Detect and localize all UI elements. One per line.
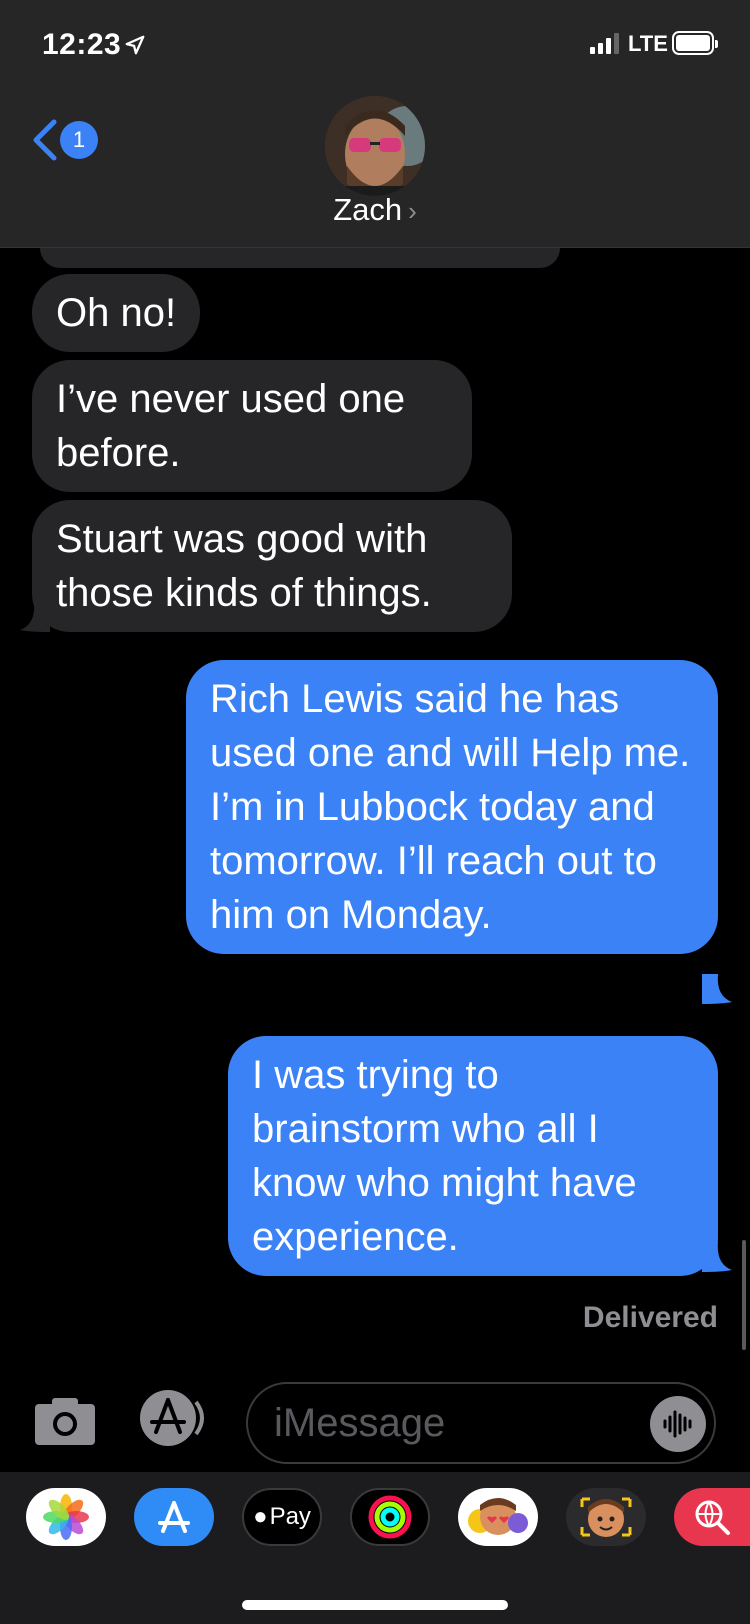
contact-avatar[interactable] bbox=[325, 96, 425, 196]
contact-name-button[interactable]: Zach › bbox=[0, 192, 750, 228]
status-time: 12:23 bbox=[42, 28, 122, 61]
contact-name: Zach bbox=[333, 192, 403, 227]
activity-rings-icon bbox=[368, 1495, 412, 1539]
message-bubble-received[interactable]: Oh no! bbox=[32, 274, 201, 352]
sent-bubble-tail bbox=[702, 974, 732, 1004]
animoji-faces-icon bbox=[468, 1498, 528, 1535]
memoji-face-icon bbox=[580, 1497, 632, 1537]
message-text: Stuart was good with those kinds of thin… bbox=[56, 517, 432, 615]
unread-count-badge: 1 bbox=[60, 121, 98, 159]
message-text: Oh no! bbox=[56, 291, 177, 335]
message-bubble-received[interactable]: Stuart was good with those kinds of thin… bbox=[32, 500, 512, 632]
app-store-a-icon bbox=[158, 1501, 190, 1533]
message-input[interactable]: iMessage bbox=[246, 1382, 716, 1464]
delivery-status: Delivered bbox=[582, 1301, 718, 1334]
apple-pay-app-icon[interactable]: ● Pay bbox=[242, 1488, 322, 1546]
location-arrow-icon bbox=[125, 35, 145, 55]
globe-search-icon bbox=[695, 1500, 730, 1535]
message-bubble-sent[interactable]: Rich Lewis said he has used one and will… bbox=[186, 660, 718, 954]
photos-flower-icon bbox=[43, 1494, 89, 1540]
activity-app-icon[interactable] bbox=[350, 1488, 430, 1546]
message-text: I’ve never used one before. bbox=[56, 377, 406, 475]
chevron-left-icon bbox=[33, 119, 57, 161]
contact-photo bbox=[325, 96, 425, 196]
animoji-app-icon[interactable] bbox=[458, 1488, 538, 1546]
camera-icon[interactable] bbox=[34, 1396, 96, 1446]
web-search-app-icon[interactable] bbox=[674, 1488, 750, 1546]
chevron-right-icon: › bbox=[408, 196, 417, 226]
back-button[interactable]: 1 bbox=[30, 118, 98, 162]
apple-pay-label: Pay bbox=[269, 1503, 311, 1530]
message-text: Rich Lewis said he has used one and will… bbox=[210, 677, 691, 937]
message-input-placeholder: iMessage bbox=[274, 1401, 446, 1445]
app-store-drawer-icon[interactable] bbox=[138, 1388, 210, 1448]
message-thread[interactable]: Oh no! I’ve never used one before. Stuar… bbox=[0, 248, 750, 1378]
cellular-signal-icon bbox=[590, 32, 619, 54]
message-bubble-received[interactable]: I’ve never used one before. bbox=[32, 360, 472, 492]
message-text: I was trying to brainstorm who all I kno… bbox=[252, 1053, 637, 1259]
network-type: LTE bbox=[628, 31, 668, 56]
photos-app-icon[interactable] bbox=[26, 1488, 106, 1546]
sent-bubble-tail bbox=[702, 1242, 732, 1272]
audio-message-button[interactable] bbox=[650, 1396, 706, 1452]
previous-message-bubble bbox=[40, 248, 560, 268]
scrollbar[interactable] bbox=[742, 1240, 746, 1350]
app-store-app-icon[interactable] bbox=[134, 1488, 214, 1546]
conversation-header: 12:23 LTE 1 Zach › bbox=[0, 0, 750, 248]
received-bubble-tail bbox=[20, 602, 50, 632]
app-drawer: ● Pay bbox=[0, 1472, 750, 1624]
memoji-app-icon[interactable] bbox=[566, 1488, 646, 1546]
waveform-icon bbox=[663, 1410, 692, 1438]
home-indicator[interactable] bbox=[242, 1600, 508, 1610]
battery-icon bbox=[672, 31, 718, 55]
apple-logo-icon: ● bbox=[253, 1503, 268, 1530]
message-bubble-sent[interactable]: I was trying to brainstorm who all I kno… bbox=[228, 1036, 718, 1276]
